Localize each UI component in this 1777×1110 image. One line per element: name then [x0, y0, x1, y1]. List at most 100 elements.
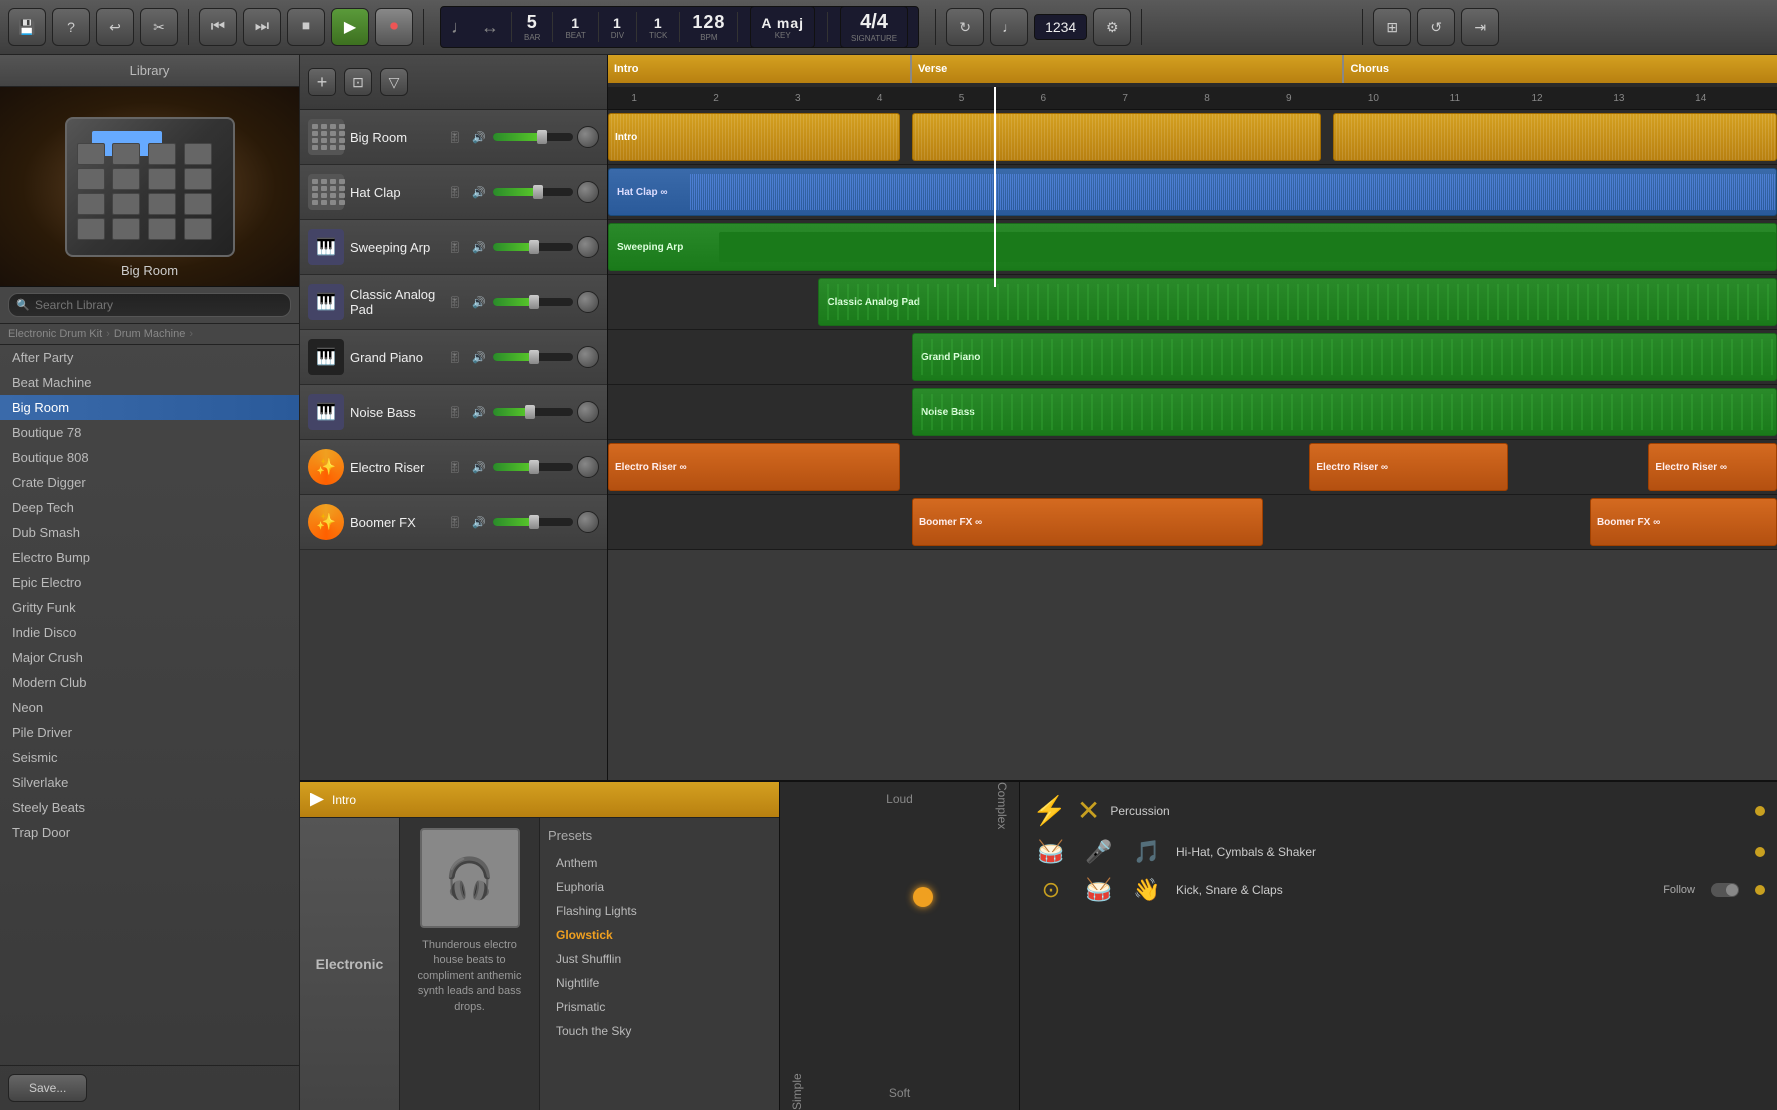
- library-item-steely-beats[interactable]: Steely Beats: [0, 795, 299, 820]
- track-volume-knob[interactable]: [577, 291, 599, 313]
- library-item-boutique-78[interactable]: Boutique 78: [0, 420, 299, 445]
- track-volume-knob[interactable]: [577, 511, 599, 533]
- track-fader-thumb[interactable]: [537, 130, 547, 144]
- clip-classicpad[interactable]: Classic Analog Pad: [818, 278, 1777, 326]
- track-fader[interactable]: [493, 518, 573, 526]
- track-row-sweeping-arp[interactable]: 🎹Sweeping Arp🎚🔊: [300, 220, 607, 275]
- undo-button[interactable]: ↩: [96, 8, 134, 46]
- rewind-button[interactable]: ⏮: [199, 8, 237, 46]
- stop-button[interactable]: ⏹: [287, 8, 325, 46]
- track-volume-knob[interactable]: [577, 126, 599, 148]
- clip-electroriser-3[interactable]: Electro Riser ∞: [1648, 443, 1777, 491]
- save-library-button[interactable]: Save...: [8, 1074, 87, 1102]
- view-btn-3[interactable]: ⇥: [1461, 8, 1499, 46]
- library-item-gritty-funk[interactable]: Gritty Funk: [0, 595, 299, 620]
- search-input[interactable]: [8, 293, 291, 317]
- track-volume-knob[interactable]: [577, 346, 599, 368]
- play-button[interactable]: ▶: [331, 8, 369, 46]
- track-solo-btn[interactable]: 🔊: [469, 127, 489, 147]
- track-mute-btn[interactable]: 🎚: [445, 402, 465, 422]
- track-fader-thumb[interactable]: [529, 295, 539, 309]
- help-button[interactable]: ?: [52, 8, 90, 46]
- hihat-dot[interactable]: [1755, 847, 1765, 857]
- view-btn-2[interactable]: ↺: [1417, 8, 1455, 46]
- track-fader-thumb[interactable]: [533, 185, 543, 199]
- clip-hatclap[interactable]: Hat Clap ∞: [608, 168, 1777, 216]
- track-fader[interactable]: [493, 463, 573, 471]
- track-row-noise-bass[interactable]: 🎹Noise Bass🎚🔊: [300, 385, 607, 440]
- clip-boomerfx-2[interactable]: Boomer FX ∞: [1590, 498, 1777, 546]
- library-item-boutique-808[interactable]: Boutique 808: [0, 445, 299, 470]
- track-mute-btn[interactable]: 🎚: [445, 237, 465, 257]
- track-fader-thumb[interactable]: [529, 350, 539, 364]
- track-solo-btn[interactable]: 🔊: [469, 512, 489, 532]
- track-mute-btn[interactable]: 🎚: [445, 127, 465, 147]
- percussion-dot[interactable]: [1755, 806, 1765, 816]
- track-mute-btn[interactable]: 🎚: [445, 457, 465, 477]
- preset-item-flashing-lights[interactable]: Flashing Lights: [548, 899, 771, 923]
- track-volume-knob[interactable]: [577, 181, 599, 203]
- track-solo-btn[interactable]: 🔊: [469, 182, 489, 202]
- clip-electroriser-2[interactable]: Electro Riser ∞: [1309, 443, 1508, 491]
- library-item-major-crush[interactable]: Major Crush: [0, 645, 299, 670]
- clip-grandpiano[interactable]: Grand Piano: [912, 333, 1777, 381]
- track-options-2[interactable]: ▽: [380, 68, 408, 96]
- preset-item-euphoria[interactable]: Euphoria: [548, 875, 771, 899]
- breadcrumb-item-1[interactable]: Electronic Drum Kit: [8, 328, 102, 340]
- record-button[interactable]: ⏺: [375, 8, 413, 46]
- clip-sweeparp[interactable]: Sweeping Arp: [608, 223, 1777, 271]
- track-row-classic-analog-pad[interactable]: 🎹Classic Analog Pad🎚🔊: [300, 275, 607, 330]
- track-fader[interactable]: [493, 353, 573, 361]
- track-mute-btn[interactable]: 🎚: [445, 512, 465, 532]
- add-track-button[interactable]: +: [308, 68, 336, 96]
- preset-item-touch-the-sky[interactable]: Touch the Sky: [548, 1019, 771, 1043]
- library-item-electro-bump[interactable]: Electro Bump: [0, 545, 299, 570]
- follow-toggle[interactable]: [1711, 883, 1739, 897]
- preset-item-prismatic[interactable]: Prismatic: [548, 995, 771, 1019]
- track-row-hat-clap[interactable]: Hat Clap🎚🔊: [300, 165, 607, 220]
- track-row-boomer-fx[interactable]: ✨Boomer FX🎚🔊: [300, 495, 607, 550]
- track-solo-btn[interactable]: 🔊: [469, 347, 489, 367]
- clip-bigroom-verse[interactable]: [912, 113, 1321, 161]
- tuner-button[interactable]: ♩: [990, 8, 1028, 46]
- library-item-crate-digger[interactable]: Crate Digger: [0, 470, 299, 495]
- complexity-dot[interactable]: [913, 887, 933, 907]
- library-item-modern-club[interactable]: Modern Club: [0, 670, 299, 695]
- library-item-seismic[interactable]: Seismic: [0, 745, 299, 770]
- track-fader[interactable]: [493, 188, 573, 196]
- library-item-deep-tech[interactable]: Deep Tech: [0, 495, 299, 520]
- track-fader[interactable]: [493, 298, 573, 306]
- track-fader-thumb[interactable]: [529, 515, 539, 529]
- track-solo-btn[interactable]: 🔊: [469, 402, 489, 422]
- track-fader[interactable]: [493, 408, 573, 416]
- clip-electroriser-1[interactable]: Electro Riser ∞: [608, 443, 900, 491]
- track-row-electro-riser[interactable]: ✨Electro Riser🎚🔊: [300, 440, 607, 495]
- track-fader-thumb[interactable]: [529, 460, 539, 474]
- cycle-button[interactable]: ↻: [946, 8, 984, 46]
- track-fader-thumb[interactable]: [525, 405, 535, 419]
- library-item-silverlake[interactable]: Silverlake: [0, 770, 299, 795]
- clip-bigroom-chorus[interactable]: [1333, 113, 1777, 161]
- library-item-beat-machine[interactable]: Beat Machine: [0, 370, 299, 395]
- track-solo-btn[interactable]: 🔊: [469, 237, 489, 257]
- library-item-epic-electro[interactable]: Epic Electro: [0, 570, 299, 595]
- kicksnare-dot[interactable]: [1755, 885, 1765, 895]
- track-mute-btn[interactable]: 🎚: [445, 347, 465, 367]
- library-item-indie-disco[interactable]: Indie Disco: [0, 620, 299, 645]
- track-options-1[interactable]: ⊡: [344, 68, 372, 96]
- track-mute-btn[interactable]: 🎚: [445, 292, 465, 312]
- library-item-dub-smash[interactable]: Dub Smash: [0, 520, 299, 545]
- preset-item-anthem[interactable]: Anthem: [548, 851, 771, 875]
- preset-item-glowstick[interactable]: Glowstick: [548, 923, 771, 947]
- clip-bigroom-intro[interactable]: Intro: [608, 113, 900, 161]
- track-volume-knob[interactable]: [577, 236, 599, 258]
- cut-button[interactable]: ✂: [140, 8, 178, 46]
- track-fader-thumb[interactable]: [529, 240, 539, 254]
- track-fader[interactable]: [493, 243, 573, 251]
- track-row-grand-piano[interactable]: 🎹Grand Piano🎚🔊: [300, 330, 607, 385]
- track-row-big-room[interactable]: Big Room🎚🔊: [300, 110, 607, 165]
- track-solo-btn[interactable]: 🔊: [469, 292, 489, 312]
- library-item-neon[interactable]: Neon: [0, 695, 299, 720]
- complexity-panel[interactable]: Loud Soft Simple Complex: [780, 782, 1020, 1110]
- library-item-after-party[interactable]: After Party: [0, 345, 299, 370]
